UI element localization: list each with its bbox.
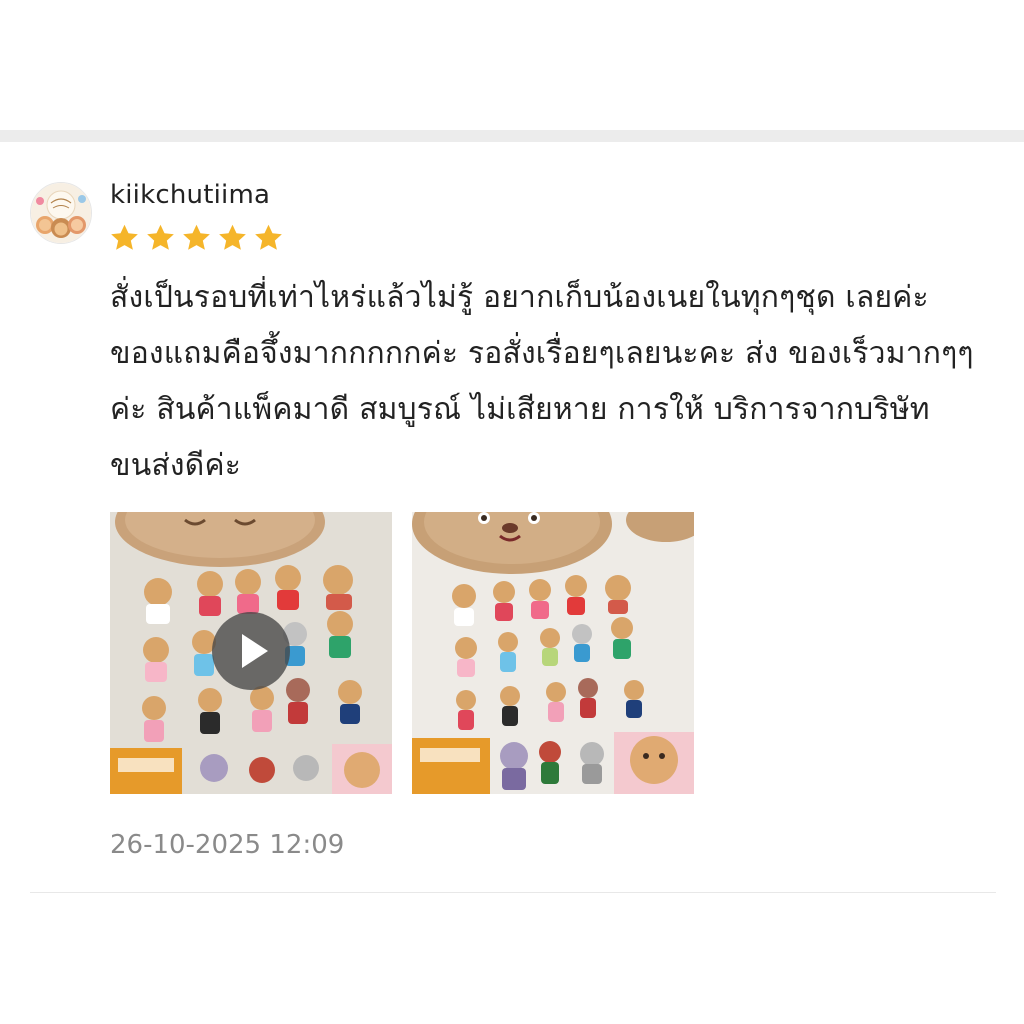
star-icon [183,224,210,250]
review-timestamp: 26-10-2025 12:09 [110,830,345,860]
star-icon [219,224,246,250]
rating-stars [108,222,285,255]
star-icon [111,224,138,250]
top-blank-area [0,0,1024,130]
reviewer-username: kiikchutiima [110,180,271,210]
review-photo-thumbnail[interactable] [412,512,694,794]
user-avatar[interactable] [30,182,92,244]
play-button[interactable] [212,612,290,690]
section-separator [0,130,1024,142]
star-icon [255,224,282,250]
play-icon [242,634,268,668]
bottom-divider [30,892,996,893]
review-comment: สั่งเป็นรอบที่เท่าไหร่แล้วไม่รู้ อยากเก็… [110,280,974,483]
review-video-thumbnail[interactable] [110,512,392,794]
star-icon [147,224,174,250]
review-card: kiikchutiima สั่งเป็นรอบที่เท่าไหร่แล้วไ… [0,142,1024,893]
